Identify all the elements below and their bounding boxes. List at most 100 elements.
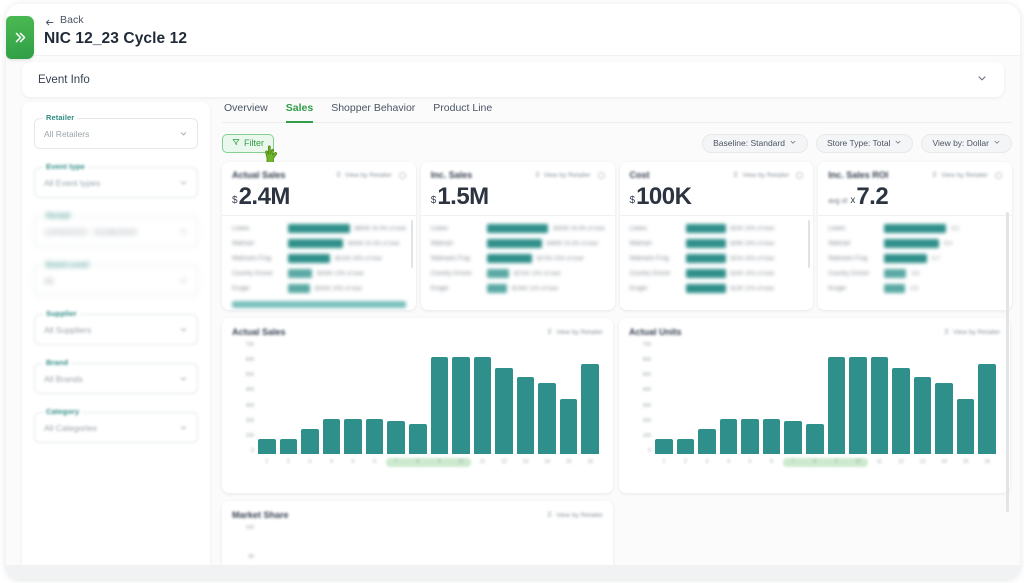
view-by-retailer-link[interactable]: View by Retailer (335, 171, 406, 180)
info-circle-icon (796, 171, 804, 179)
x-tick-label: 13 (919, 459, 926, 465)
swap-icon (732, 171, 739, 180)
filter-value: All Brands (44, 373, 83, 384)
y-tick-label: 400 (245, 387, 254, 394)
view-by-retailer-link[interactable]: View by Retailer (732, 171, 804, 180)
view-by-retailer-label: View by Retailer (742, 171, 790, 179)
filter-label: Supplier (43, 309, 80, 318)
tab-shopper-behavior[interactable]: Shopper Behavior (331, 102, 415, 123)
filter-value: All Suppliers (44, 324, 92, 335)
bar (719, 418, 738, 454)
x-tick-label: 9 (834, 459, 838, 465)
filter-label: Brand (43, 358, 72, 367)
kpi-scrollbar[interactable] (808, 220, 811, 268)
sidebar-collapse-toggle[interactable] (6, 16, 34, 59)
x-tick-label: 11 (876, 459, 882, 465)
kpi-row-value: $640K 25.4% of total (348, 240, 400, 247)
swap-icon (335, 171, 342, 180)
kpi-value: 100K (636, 183, 692, 210)
chevron-down-icon[interactable] (179, 125, 188, 143)
kpi-title: Cost (629, 170, 650, 180)
view-by-retailer-link[interactable]: View by Retailer (931, 171, 1002, 180)
baseline-selector[interactable]: Baseline: Standard (702, 133, 808, 153)
bar (655, 439, 673, 454)
bar (956, 398, 975, 454)
chevron-down-icon[interactable] (179, 419, 188, 437)
chevron-down-icon (993, 138, 1001, 148)
filter-group-supplier[interactable]: Supplier All Suppliers (34, 309, 198, 345)
bar (495, 367, 513, 454)
x-tick-label: 1 (265, 459, 269, 465)
kpi-row-value: 2.9 (910, 285, 918, 292)
kpi-currency: $ (629, 195, 636, 206)
tab-overview[interactable]: Overview (224, 102, 268, 123)
x-tick-label: 8 (813, 459, 817, 465)
filter-group-brand[interactable]: Brand All Brands (34, 358, 198, 394)
kpi-title: Actual Sales (232, 170, 286, 180)
store-type-selector[interactable]: Store Type: Total (815, 133, 914, 153)
store-type-selector-label: Store Type: Total (826, 138, 891, 148)
filter-group-category[interactable]: Category All Categories (34, 407, 198, 443)
chevron-down-icon[interactable] (179, 370, 188, 388)
kpi-scrollbar[interactable] (410, 220, 413, 268)
filter-group-event-type[interactable]: Event type All Event types (34, 162, 198, 198)
bar (784, 420, 802, 454)
bar (849, 357, 867, 454)
filter-group-retailer[interactable]: Retailer All Retailers (34, 113, 198, 149)
chevron-down-icon (789, 138, 797, 148)
bottom-strip (6, 565, 1020, 579)
view-by-selector[interactable]: View by: Dollar (921, 133, 1012, 153)
tab-sales[interactable]: Sales (285, 102, 314, 123)
kpi-row-value: 3.8 (911, 270, 919, 277)
bar (913, 376, 932, 454)
chevron-down-icon[interactable] (179, 174, 188, 192)
chevron-down-icon[interactable] (179, 272, 188, 290)
chart-title: Actual Units (629, 327, 682, 337)
kpi-row-value: $28K 24% of total (730, 240, 774, 247)
info-circle-icon (398, 171, 406, 179)
view-by-retailer-link[interactable]: View by Retailer (534, 171, 605, 180)
x-axis: 1 2 3 4 5 6 7 8 9 10 11 12 13 14 15 16 (655, 456, 996, 468)
bar (279, 439, 298, 454)
y-tick-label: 100 (642, 432, 651, 439)
event-info-panel[interactable]: Event Info (22, 62, 1004, 97)
y-tick-label: 700 (245, 342, 254, 348)
x-tick-label: 10 (458, 459, 464, 465)
filter-value: All Retailers (44, 128, 90, 139)
y-tick-label: 600 (245, 357, 254, 364)
chart-row: Actual Sales View by Retailer 700 600 500 4… (222, 318, 1012, 493)
swap-icon (546, 511, 553, 520)
y-tick-label: 100 (245, 432, 254, 439)
bar-series (655, 345, 996, 454)
filter-group-event-level[interactable]: Event Level All (34, 260, 198, 296)
back-button[interactable]: Back (44, 14, 187, 26)
bar (870, 357, 889, 454)
kpi-row-label: Lowes (828, 225, 846, 232)
y-tick-label: 300 (642, 402, 651, 409)
filter-group-period[interactable]: Period 12/03/2023 - 01/06/2024 (34, 211, 198, 247)
view-by-retailer-link[interactable]: View by Retailer (546, 328, 603, 337)
main-scrollbar[interactable] (1006, 212, 1009, 512)
y-tick-label: 300 (245, 402, 254, 409)
tab-product-line[interactable]: Product Line (433, 102, 492, 123)
chevron-down-icon[interactable] (179, 223, 188, 241)
view-by-retailer-link[interactable]: View by Retailer (546, 511, 603, 520)
bar (762, 418, 781, 454)
view-by-retailer-link[interactable]: View by Retailer (943, 328, 1000, 337)
kpi-row-label: Country Grocer (430, 270, 472, 277)
bar (741, 418, 759, 454)
kpi-value: 2.4M (238, 183, 291, 210)
arrow-left-icon (44, 15, 55, 26)
x-tick-label: 15 (565, 459, 572, 465)
x-tick-label: 3 (308, 459, 312, 465)
kpi-row-value: $13K 11% of total (730, 285, 774, 292)
y-tick-label: 500 (245, 372, 254, 379)
chevron-down-icon[interactable] (976, 71, 988, 89)
x-tick-label: 10 (855, 459, 861, 465)
view-by-retailer-label: View by Retailer (344, 171, 392, 179)
chevron-down-icon[interactable] (179, 321, 188, 339)
bar-series (258, 345, 599, 454)
kpi-value: 7.2 (856, 183, 889, 210)
kpi-row-label: Walmart (430, 240, 453, 247)
kpi-card-cost: Cost View by Retailer $ 100K Lowes $32K … (619, 162, 814, 310)
